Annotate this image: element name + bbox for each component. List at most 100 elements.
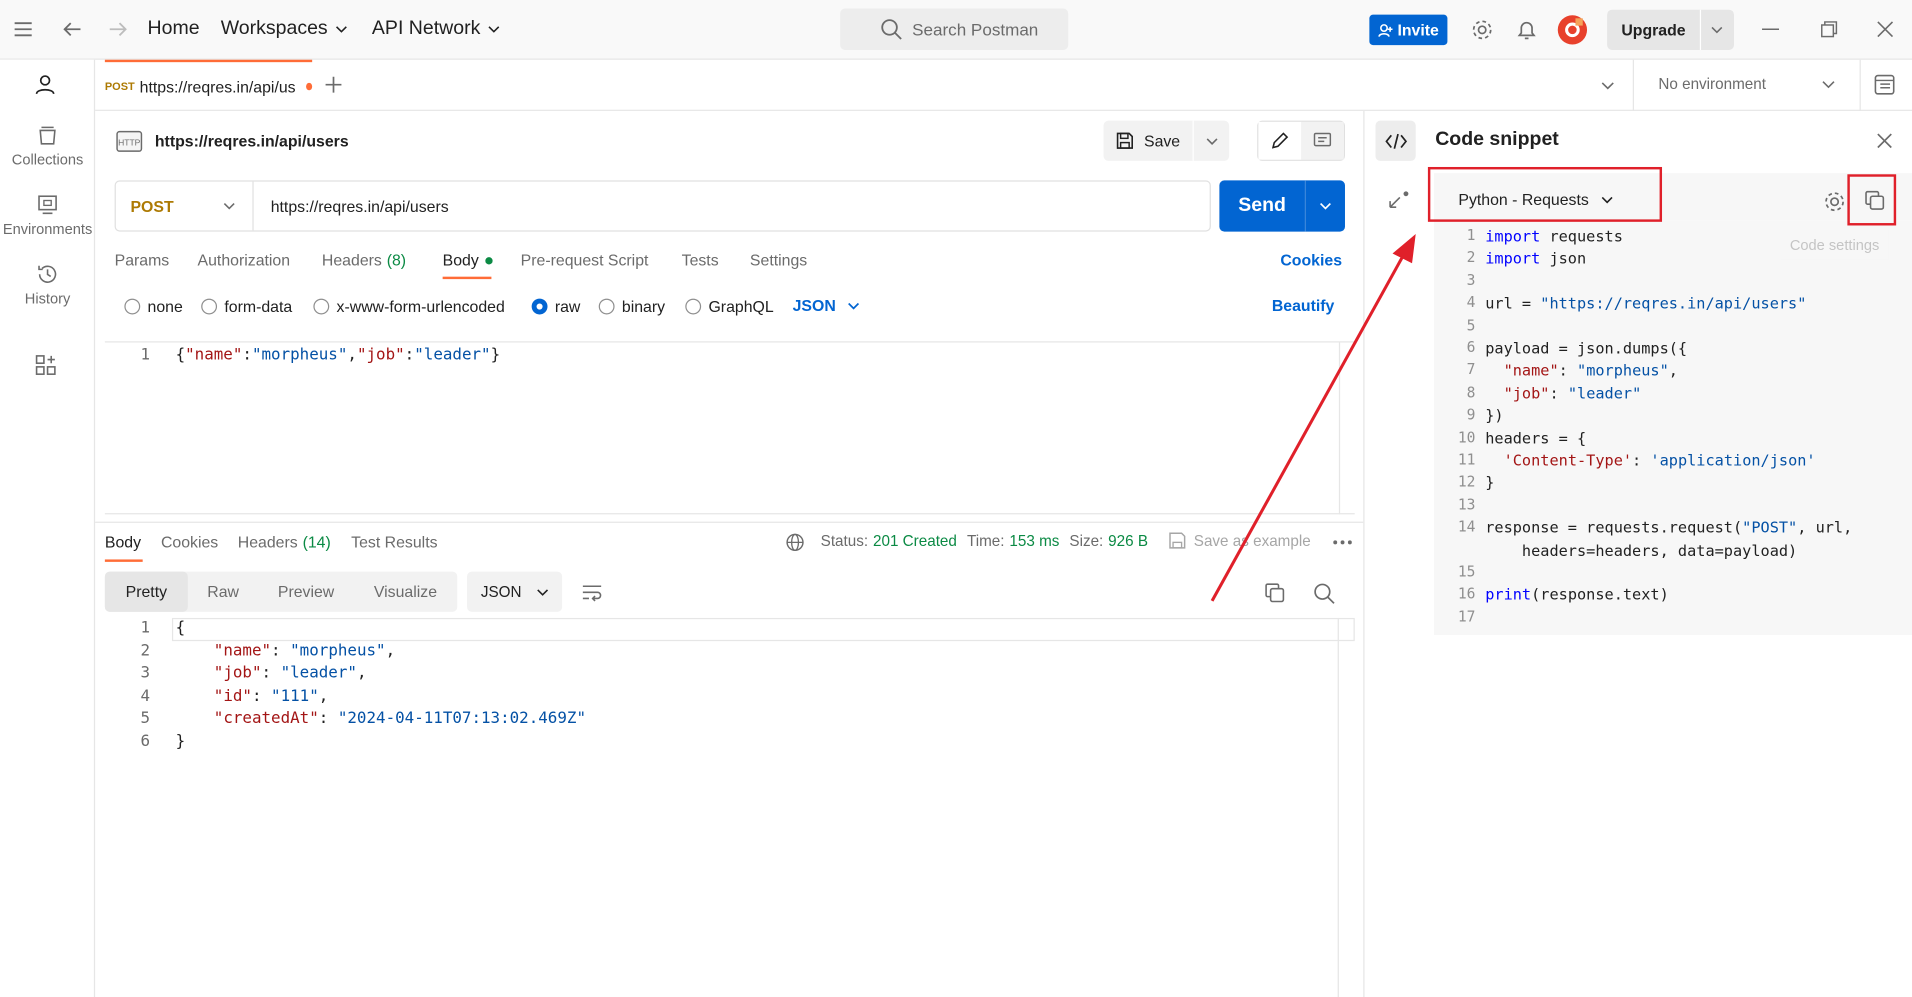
invite-button[interactable]: Invite [1369,14,1448,46]
back-arrow-icon[interactable] [62,20,82,40]
code-line: } [1485,473,1494,491]
tab-body[interactable]: Body [443,251,493,269]
close-icon[interactable] [1877,133,1893,149]
environment-quick-look-icon[interactable] [1874,74,1895,95]
line-number: 4 [1466,293,1476,312]
code-line: payload = json.dumps({ [1485,339,1687,357]
view-preview[interactable]: Preview [259,572,354,612]
snippet-sparkle-icon[interactable] [1388,189,1412,211]
save-button-group: Save [1103,120,1230,161]
globe-network-icon[interactable] [785,533,806,553]
code-token: : [318,709,338,728]
api-network-menu[interactable]: API Network [372,18,500,40]
radio-urlencoded[interactable]: x-www-form-urlencoded [313,297,505,316]
code-token: "111" [271,686,319,706]
tab-headers[interactable]: Headers (8) [322,251,406,269]
body-format-select[interactable]: JSON [793,296,861,314]
comments-icon[interactable] [1301,121,1344,160]
sidebar-item-history[interactable]: History [0,263,95,307]
save-dropdown-button[interactable] [1194,137,1229,145]
code-token: "https://reqres.in/api/users" [1540,293,1807,313]
code-token: import [1485,249,1541,268]
tab-pre-request-script[interactable]: Pre-request Script [521,251,649,269]
menu-icon[interactable] [13,21,33,38]
environment-select[interactable]: No environment [1658,76,1835,93]
colon: : [404,346,415,365]
gear-icon[interactable] [1471,18,1494,41]
line-number: 11 [1457,450,1476,469]
tab-authorization[interactable]: Authorization [198,251,291,269]
tabs-chevron-down-icon[interactable] [1601,82,1614,91]
tab-tests[interactable]: Tests [682,251,719,269]
user-icon[interactable] [34,73,56,95]
chevron-down-icon[interactable] [1701,25,1734,35]
size-readout[interactable]: Size: 926 B [1069,533,1148,550]
new-tab-plus-icon[interactable] [324,76,342,94]
viewer-scrollbar[interactable] [1337,617,1339,997]
tab-params[interactable]: Params [115,251,170,269]
save-button[interactable]: Save [1104,121,1193,161]
svg-text:HTTP: HTTP [118,138,141,148]
save-label: Save [1143,131,1181,150]
response-body-viewer[interactable]: 1 {2 "name": "morpheus", 3 "job": "leader"… [105,617,1355,997]
forward-arrow-icon[interactable] [109,20,129,40]
tab-response-headers[interactable]: Headers (14) [238,533,331,551]
code-snippet-toggle-icon[interactable] [1375,120,1416,161]
upgrade-button[interactable]: Upgrade [1607,9,1734,50]
status-value: 201 Created [872,532,957,550]
history-icon [38,265,57,283]
view-pretty[interactable]: Pretty [104,571,188,612]
code-token: } [1485,473,1495,492]
code-token: : [1632,450,1651,470]
radio-binary[interactable]: binary [598,297,665,316]
tab-settings[interactable]: Settings [750,251,807,269]
url-input[interactable]: https://reqres.in/api/users [254,197,449,215]
radio-graphql[interactable]: GraphQL [685,297,774,316]
send-dropdown-button[interactable] [1306,202,1345,210]
time-readout[interactable]: Time: 153 ms [967,533,1059,550]
avatar[interactable] [1557,15,1588,45]
home-link[interactable]: Home [148,18,200,40]
radio-form-data[interactable]: form-data [201,297,292,316]
request-body-editor[interactable]: 1 {"name":"morpheus","job":"leader"} [104,341,1355,515]
search-input[interactable]: Search Postman [840,8,1069,50]
minimize-icon[interactable] [1762,28,1780,32]
edit-pencil-icon[interactable] [1258,121,1302,160]
bell-icon[interactable] [1516,18,1538,41]
method-select[interactable]: POST [116,181,254,231]
close-window-icon[interactable] [1877,21,1894,38]
line-number: 2 [1466,249,1476,267]
environments-icon [38,195,57,215]
tab-response-cookies[interactable]: Cookies [161,533,218,551]
restore-icon[interactable] [1821,21,1838,38]
radio-none[interactable]: none [124,297,183,316]
radio-circle [124,298,141,315]
sidebar-item-environments[interactable]: Environments [0,194,95,238]
tab-request[interactable]: POST https://reqres.in/api/us [104,59,313,111]
line-number: 7 [1466,361,1476,379]
response-format-select[interactable]: JSON [467,571,563,612]
code-snippet-editor[interactable]: 1 import requests 2 import json 3 4 url = "htt… [1434,220,1912,636]
sidebar-item-collections[interactable]: Collections [0,124,95,168]
line-number: 3 [140,664,150,683]
line-number: 17 [1457,607,1476,626]
radio-raw[interactable]: raw [531,297,580,316]
view-raw[interactable]: Raw [188,572,259,612]
code-line: import json [1485,249,1586,267]
status-readout[interactable]: Status: 201 Created [821,533,957,550]
line-number: 1 [140,619,150,638]
code-line: }) [1485,406,1503,424]
tab-test-results[interactable]: Test Results [351,533,437,551]
chevron-down-icon [536,588,548,596]
code-token: "job" [1503,383,1550,402]
view-visualize[interactable]: Visualize [354,572,458,612]
wrap-lines-icon[interactable] [582,584,603,602]
configure-sidebar-icon[interactable] [35,355,56,376]
code-line: { [176,619,186,637]
code-settings-gear-icon[interactable] [1823,190,1846,213]
tab-response-body[interactable]: Body [105,533,141,551]
workspaces-menu[interactable]: Workspaces [221,18,347,40]
code-token: print [1485,585,1532,604]
